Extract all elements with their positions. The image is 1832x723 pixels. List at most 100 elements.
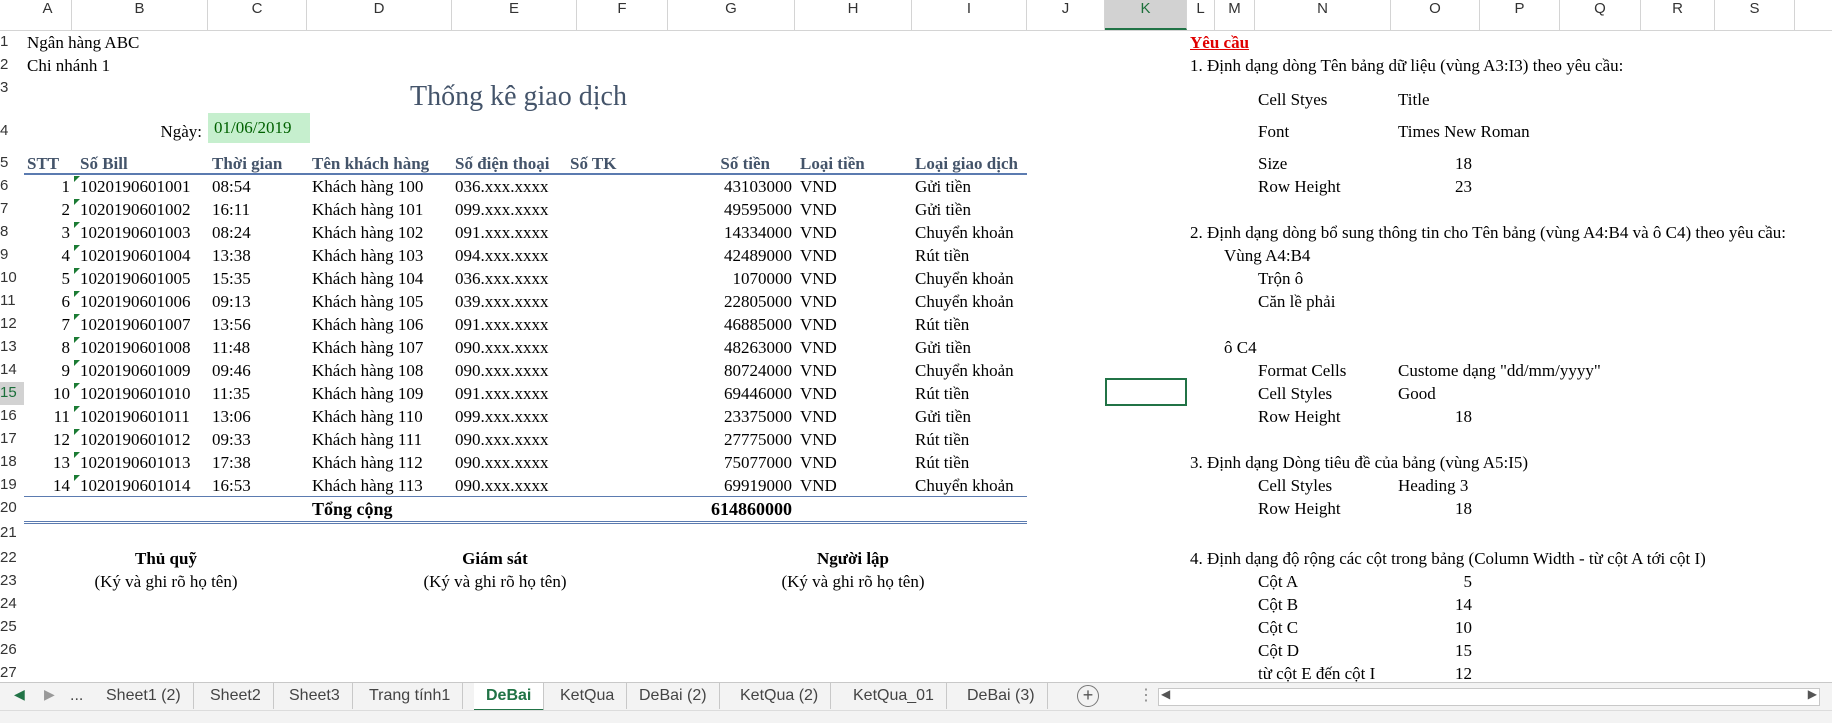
row-header-18[interactable]: 18: [0, 451, 24, 474]
record-time: 09:46: [212, 361, 251, 380]
record-amount: 1070000: [732, 269, 793, 288]
requirement-2: 2. Định dạng dòng bổ sung thông tin cho …: [1190, 223, 1787, 242]
column-header-o[interactable]: O: [1391, 0, 1480, 30]
column-header-p[interactable]: P: [1480, 0, 1560, 30]
row-header-13[interactable]: 13: [0, 336, 24, 359]
row-header-1[interactable]: 1: [0, 31, 24, 54]
column-header-c[interactable]: C: [208, 0, 307, 30]
sheet-tab-sheet3[interactable]: Sheet3: [277, 683, 353, 709]
scrollbar-right-arrow-icon[interactable]: ▶: [1808, 687, 1817, 701]
column-header-f[interactable]: F: [577, 0, 668, 30]
record-stt: 8: [61, 338, 71, 357]
row-header-26[interactable]: 26: [0, 639, 24, 662]
column-header-h[interactable]: H: [795, 0, 912, 30]
column-header-q[interactable]: Q: [1560, 0, 1641, 30]
row-header-22[interactable]: 22: [0, 547, 24, 570]
date-value-cell[interactable]: 01/06/2019: [208, 113, 310, 143]
req2-range-1: Vùng A4:B4: [1224, 246, 1311, 265]
req4-item-label: Cột C: [1258, 618, 1299, 637]
req2-range2-item-label: Format Cells: [1258, 361, 1347, 380]
row-header-3[interactable]: 3: [0, 77, 24, 100]
row-header-5[interactable]: 5: [0, 152, 24, 175]
req3-item-value: Heading 3: [1398, 476, 1469, 495]
column-header-g[interactable]: G: [668, 0, 795, 30]
column-header-a[interactable]: A: [24, 0, 72, 30]
column-header-r[interactable]: R: [1641, 0, 1715, 30]
record-type: Rút tiền: [915, 315, 970, 334]
record-stt: 14: [53, 476, 70, 495]
row-header-25[interactable]: 25: [0, 616, 24, 639]
record-phone: 090.xxx.xxxx: [455, 453, 549, 472]
row-header-12[interactable]: 12: [0, 313, 24, 336]
column-header-b[interactable]: B: [72, 0, 208, 30]
active-cell-k15[interactable]: [1105, 378, 1187, 406]
sheet-tab-debai-3[interactable]: DeBai (3): [955, 683, 1048, 709]
column-header-j[interactable]: J: [1027, 0, 1105, 30]
sheet-tab-ketqua-2[interactable]: KetQua (2): [728, 683, 832, 709]
req4-item-value: 15: [1455, 641, 1472, 660]
sheet-tab-debai-2[interactable]: DeBai (2): [627, 683, 720, 709]
record-stt: 11: [53, 407, 70, 426]
record-currency: VND: [800, 430, 837, 449]
row-header-4[interactable]: 4: [0, 120, 24, 143]
record-customer: Khách hàng 106: [312, 315, 424, 334]
row-header-16[interactable]: 16: [0, 405, 24, 428]
sheet-tab-[interactable]: ...: [64, 683, 89, 709]
record-bill: 1020190601005: [80, 269, 191, 288]
column-header-l[interactable]: L: [1187, 0, 1215, 30]
column-header-i[interactable]: I: [912, 0, 1027, 30]
row-header-11[interactable]: 11: [0, 290, 24, 313]
sheet-tab-sheet1-2[interactable]: Sheet1 (2): [94, 683, 194, 709]
row-header-6[interactable]: 6: [0, 175, 24, 198]
record-phone: 090.xxx.xxxx: [455, 361, 549, 380]
record-amount: 22805000: [724, 292, 792, 311]
row-header-9[interactable]: 9: [0, 244, 24, 267]
req4-item-label: Cột A: [1258, 572, 1299, 591]
table-header-5: Số điện thoại: [455, 154, 550, 173]
record-amount: 69919000: [724, 476, 792, 495]
record-phone: 090.xxx.xxxx: [455, 476, 549, 495]
row-header-7[interactable]: 7: [0, 198, 24, 221]
scroll-left-icon[interactable]: ◀: [14, 686, 25, 703]
column-header-e[interactable]: E: [452, 0, 577, 30]
table-header-2: Số Bill: [80, 154, 128, 173]
sheet-tab-trang-t-nh1[interactable]: Trang tính1: [357, 683, 464, 709]
status-bar: [0, 710, 1832, 723]
scroll-right-icon[interactable]: ▶: [44, 686, 55, 703]
req2-range2-item-value: Custome dạng "dd/mm/yyyy": [1398, 361, 1601, 380]
sheet-tab-sheet2[interactable]: Sheet2: [198, 683, 274, 709]
column-header-s[interactable]: S: [1715, 0, 1795, 30]
sheet-tab-ketqua[interactable]: KetQua: [548, 683, 628, 709]
row-header-8[interactable]: 8: [0, 221, 24, 244]
row-header-24[interactable]: 24: [0, 593, 24, 616]
sheet-tab-debai[interactable]: DeBai: [474, 683, 545, 712]
record-currency: VND: [800, 407, 837, 426]
horizontal-scrollbar[interactable]: ◀ ▶: [1158, 687, 1820, 706]
row-header-17[interactable]: 17: [0, 428, 24, 451]
record-phone: 099.xxx.xxxx: [455, 200, 549, 219]
row-header-14[interactable]: 14: [0, 359, 24, 382]
column-header-d[interactable]: D: [307, 0, 452, 30]
more-options-icon[interactable]: ⋮: [1138, 685, 1154, 705]
row-header-2[interactable]: 2: [0, 54, 24, 77]
column-header-n[interactable]: N: [1255, 0, 1391, 30]
row-header-10[interactable]: 10: [0, 267, 24, 290]
column-header-m[interactable]: M: [1215, 0, 1255, 30]
record-phone: 091.xxx.xxxx: [455, 384, 549, 403]
scrollbar-left-arrow-icon[interactable]: ◀: [1161, 687, 1170, 701]
record-time: 16:53: [212, 476, 251, 495]
record-bill: 1020190601007: [80, 315, 191, 334]
column-header-k[interactable]: K: [1105, 0, 1187, 30]
row-header-15[interactable]: 15: [0, 382, 24, 405]
row-header-21[interactable]: 21: [0, 522, 24, 545]
row-header-23[interactable]: 23: [0, 570, 24, 593]
req2-range2-item-value: 18: [1455, 407, 1472, 426]
row-header-19[interactable]: 19: [0, 474, 24, 497]
add-sheet-icon[interactable]: +: [1077, 685, 1099, 707]
record-currency: VND: [800, 246, 837, 265]
record-stt: 7: [61, 315, 71, 334]
record-type: Rút tiền: [915, 384, 970, 403]
sheet-tab-ketqua-01[interactable]: KetQua_01: [841, 683, 947, 709]
row-header-20[interactable]: 20: [0, 497, 24, 520]
column-header-bar: ABCDEFGHIJKLMNOPQRS: [0, 0, 1832, 31]
